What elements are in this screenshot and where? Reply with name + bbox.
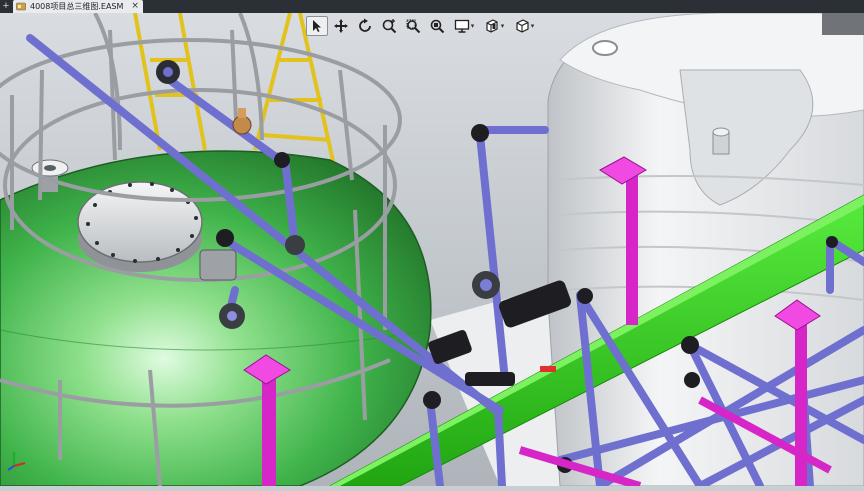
axis-triad-icon <box>7 452 26 471</box>
zoom-in-out-button[interactable] <box>378 16 400 36</box>
view-orientation-button[interactable]: ▾ <box>510 16 538 36</box>
chevron-down-icon: ▾ <box>530 23 535 30</box>
document-tab-bar: + 4008项目总三维图.EASM × <box>0 0 864 13</box>
view-toolbar: ▾ ▾ ▾ <box>306 15 538 37</box>
select-tool-button[interactable] <box>306 16 328 36</box>
pointer-icon <box>313 20 321 32</box>
rotate-tool-button[interactable] <box>354 16 376 36</box>
zoom-to-fit-button[interactable] <box>426 16 448 36</box>
display-style-button[interactable]: ▾ <box>450 16 478 36</box>
cube-view-icon <box>516 19 529 33</box>
zoom-to-area-button[interactable] <box>402 16 424 36</box>
rotate-icon <box>359 18 371 32</box>
document-tab[interactable]: 4008项目总三维图.EASM × <box>13 0 143 13</box>
tab-close-button[interactable]: × <box>131 0 139 13</box>
assembly-file-icon <box>16 2 26 11</box>
pan-icon <box>334 19 348 33</box>
pan-tool-button[interactable] <box>330 16 352 36</box>
section-view-button[interactable]: ▾ <box>480 16 508 36</box>
manway-flange[interactable] <box>77 181 203 272</box>
red-handle <box>540 366 556 372</box>
section-view-icon <box>486 19 498 33</box>
model-scene[interactable] <box>0 12 864 490</box>
zoom-area-icon <box>406 19 421 34</box>
document-tab-title: 4008项目总三维图.EASM <box>30 2 124 11</box>
chevron-down-icon: ▾ <box>470 23 475 30</box>
new-tab-button[interactable]: + <box>0 0 12 13</box>
zoom-in-out-icon <box>382 19 397 34</box>
chevron-down-icon: ▾ <box>500 23 505 30</box>
3d-viewport[interactable] <box>0 12 864 490</box>
monitor-icon <box>454 19 469 33</box>
zoom-fit-icon <box>430 19 445 34</box>
